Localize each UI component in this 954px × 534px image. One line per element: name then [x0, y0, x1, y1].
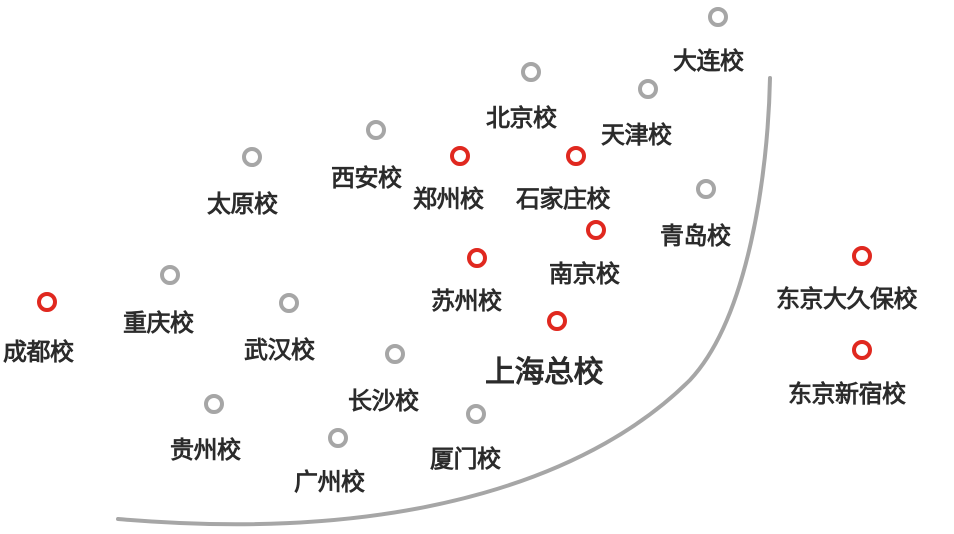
marker-shijiazhuang-icon	[566, 146, 586, 166]
campus-label-zhengzhou: 郑州校	[413, 185, 484, 213]
marker-changsha-icon	[385, 344, 405, 364]
marker-guangzhou-icon	[328, 428, 348, 448]
marker-beijing-icon	[521, 62, 541, 82]
campus-label-tokyo-shinjuku: 东京新宿校	[788, 380, 906, 408]
campus-label-chongqing: 重庆校	[123, 309, 194, 337]
campus-label-tianjin: 天津校	[601, 121, 672, 149]
campus-label-changsha: 长沙校	[348, 387, 419, 415]
campus-label-beijing: 北京校	[486, 104, 557, 132]
marker-chongqing-icon	[160, 265, 180, 285]
marker-wuhan-icon	[279, 293, 299, 313]
campus-label-chengdu: 成都校	[3, 338, 74, 366]
campus-label-nanjing: 南京校	[549, 260, 620, 288]
marker-qingdao-icon	[696, 179, 716, 199]
marker-zhengzhou-icon	[450, 146, 470, 166]
marker-taiyuan-icon	[242, 147, 262, 167]
marker-tianjin-icon	[638, 79, 658, 99]
marker-tokyo-okubo-icon	[852, 246, 872, 266]
campus-label-wuhan: 武汉校	[244, 336, 315, 364]
campus-label-qingdao: 青岛校	[660, 222, 731, 250]
marker-xian-icon	[366, 120, 386, 140]
campus-label-dalian: 大连校	[673, 47, 744, 75]
campus-label-shanghai: 上海总校	[485, 355, 604, 390]
campus-label-tokyo-okubo: 东京大久保校	[776, 285, 918, 313]
marker-tokyo-shinjuku-icon	[852, 340, 872, 360]
campus-map: 大连校 北京校 天津校 西安校 太原校 郑州校 石家庄校 青岛校 南京校 苏州校	[0, 0, 954, 534]
campus-label-xiamen: 厦门校	[430, 445, 501, 473]
campus-label-taiyuan: 太原校	[207, 190, 278, 218]
marker-nanjing-icon	[586, 220, 606, 240]
marker-chengdu-icon	[37, 292, 57, 312]
campus-label-guangzhou: 广州校	[294, 468, 365, 496]
campus-label-guiyang: 贵州校	[170, 436, 241, 464]
marker-shanghai-icon	[547, 311, 567, 331]
marker-xiamen-icon	[466, 404, 486, 424]
marker-guiyang-icon	[204, 394, 224, 414]
marker-suzhou-icon	[467, 248, 487, 268]
campus-label-shijiazhuang: 石家庄校	[516, 185, 611, 213]
campus-label-xian: 西安校	[331, 164, 402, 192]
marker-dalian-icon	[708, 7, 728, 27]
campus-label-suzhou: 苏州校	[431, 287, 502, 315]
